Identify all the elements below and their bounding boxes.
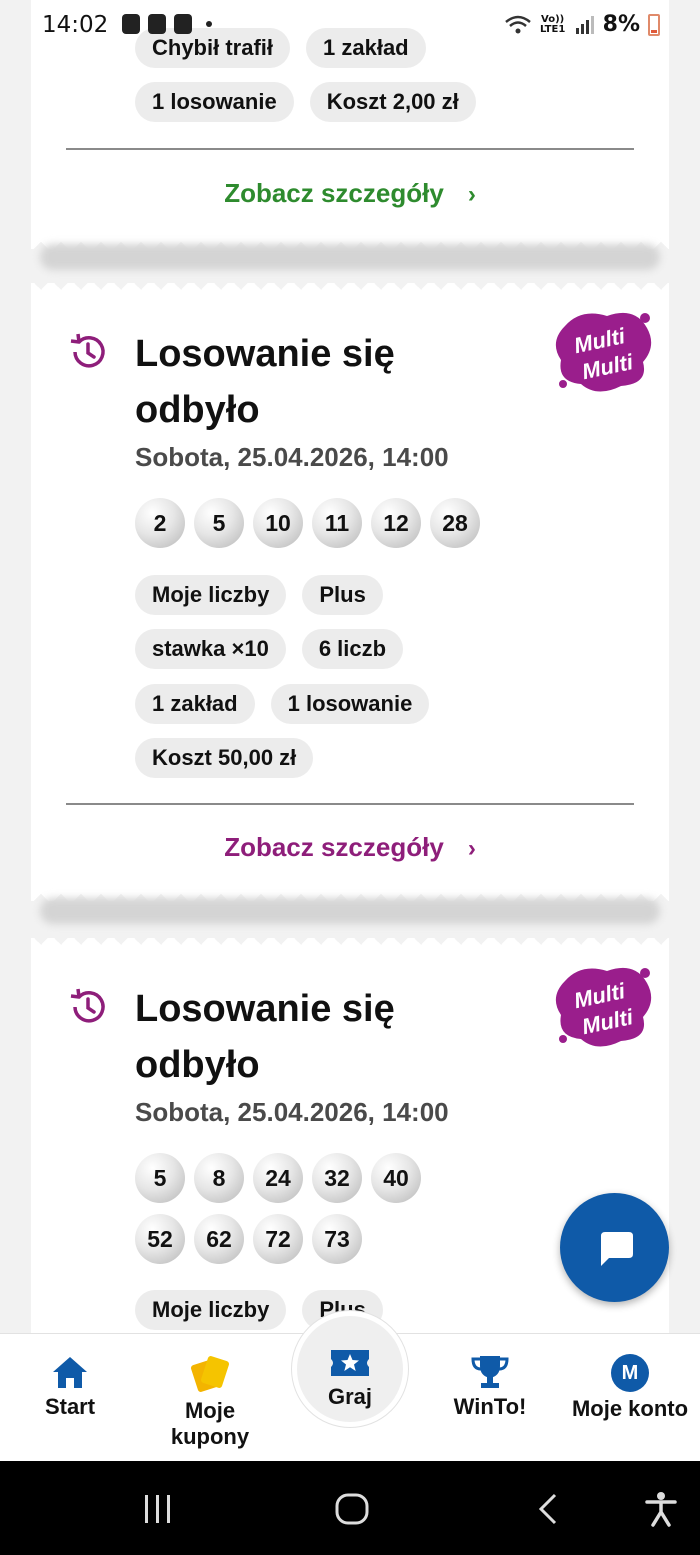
number-ball: 5 bbox=[194, 498, 244, 548]
wifi-icon bbox=[504, 15, 531, 35]
see-details-label: Zobacz szczegóły bbox=[224, 178, 444, 208]
ticket-card-multi-multi[interactable]: Losowanie się odbyło Multi Multi Sobota,… bbox=[31, 283, 669, 901]
number-ball: 10 bbox=[253, 498, 303, 548]
home-circle-icon[interactable] bbox=[334, 1492, 370, 1526]
home-icon bbox=[53, 1357, 87, 1388]
ticket-star-icon bbox=[331, 1350, 369, 1376]
pill-cost: Koszt 50,00 zł bbox=[135, 738, 314, 778]
card-shadow bbox=[40, 244, 660, 270]
status-right: Vo)) LTE1 8% bbox=[504, 12, 660, 37]
history-icon bbox=[67, 987, 107, 1027]
chevron-right-icon: › bbox=[467, 181, 476, 208]
pill-cost: Koszt 2,00 zł bbox=[309, 82, 476, 122]
network-type: Vo)) LTE1 bbox=[539, 13, 566, 35]
pill-my-numbers: Moje liczby bbox=[135, 575, 287, 615]
number-ball: 11 bbox=[312, 498, 362, 548]
multi-multi-logo: Multi Multi bbox=[551, 306, 655, 396]
nav-winto[interactable]: WinTo! bbox=[440, 1354, 540, 1420]
nav-my-coupons-label: Moje kupony bbox=[170, 1398, 250, 1449]
draw-status-title: Losowanie się odbyło bbox=[135, 333, 395, 431]
drawn-numbers: 2 5 10 11 12 28 bbox=[135, 498, 495, 548]
accessibility-icon[interactable] bbox=[644, 1491, 678, 1527]
draw-status-title: Losowanie się odbyło bbox=[135, 988, 395, 1086]
notification-icons bbox=[122, 14, 212, 34]
number-ball: 24 bbox=[253, 1153, 303, 1203]
notification-icon bbox=[122, 14, 140, 34]
nav-my-coupons[interactable]: Moje kupony bbox=[150, 1354, 270, 1450]
divider bbox=[66, 148, 634, 150]
pill-bets: 1 zakład bbox=[135, 684, 255, 724]
see-details-label: Zobacz szczegóły bbox=[224, 832, 444, 862]
chevron-right-icon: › bbox=[467, 835, 476, 862]
multi-multi-logo: Multi Multi bbox=[551, 961, 655, 1051]
pill-plus: Plus bbox=[302, 575, 383, 615]
card-shadow bbox=[40, 898, 660, 924]
number-ball: 8 bbox=[194, 1153, 244, 1203]
ticket-pills: 1 zakład 1 losowanie bbox=[135, 684, 430, 724]
recent-apps-icon[interactable] bbox=[140, 1493, 176, 1525]
bottom-navigation: Start Moje kupony Graj WinTo! M Moje kon… bbox=[0, 1310, 700, 1461]
battery-icon bbox=[648, 13, 660, 36]
pill-stake: stawka ×10 bbox=[135, 629, 286, 669]
ticket-card-multi-multi[interactable]: Losowanie się odbyło Multi Multi Sobota,… bbox=[31, 938, 669, 1351]
pill-draws: 1 losowanie bbox=[270, 684, 430, 724]
number-ball: 5 bbox=[135, 1153, 185, 1203]
chat-button[interactable] bbox=[560, 1193, 669, 1302]
nav-my-account-label: Moje konto bbox=[571, 1396, 689, 1421]
pill-numbers-count: 6 liczb bbox=[301, 629, 404, 669]
system-navigation-bar bbox=[0, 1461, 700, 1555]
number-ball: 52 bbox=[135, 1214, 185, 1264]
back-icon[interactable] bbox=[536, 1493, 560, 1525]
drawn-numbers: 5 8 24 32 40 52 62 72 73 bbox=[135, 1153, 435, 1264]
more-notifications-icon bbox=[206, 21, 212, 27]
divider bbox=[66, 803, 634, 805]
nav-my-account[interactable]: M Moje konto bbox=[562, 1354, 698, 1422]
notification-icon bbox=[174, 14, 192, 34]
number-ball: 72 bbox=[253, 1214, 303, 1264]
draw-date: Sobota, 25.04.2026, 14:00 bbox=[135, 1097, 449, 1127]
trophy-icon bbox=[471, 1356, 509, 1388]
pill-my-numbers: Moje liczby bbox=[135, 1290, 287, 1330]
number-ball: 2 bbox=[135, 498, 185, 548]
ticket-pills: 1 losowanie Koszt 2,00 zł bbox=[135, 82, 476, 122]
number-ball: 32 bbox=[312, 1153, 362, 1203]
number-ball: 40 bbox=[371, 1153, 421, 1203]
number-ball: 62 bbox=[194, 1214, 244, 1264]
ticket-pills: Moje liczby Plus bbox=[135, 575, 383, 615]
account-avatar-icon: M bbox=[611, 1354, 649, 1392]
ticket-pills: stawka ×10 6 liczb bbox=[135, 629, 404, 669]
status-bar: 14:02 Vo)) LTE1 8% bbox=[0, 0, 700, 52]
nav-start[interactable]: Start bbox=[20, 1354, 120, 1420]
see-details-link[interactable]: Zobacz szczegóły › bbox=[31, 178, 669, 209]
draw-date: Sobota, 25.04.2026, 14:00 bbox=[135, 442, 449, 472]
ticket-pills: Koszt 50,00 zł bbox=[135, 738, 314, 778]
status-time: 14:02 bbox=[42, 12, 109, 38]
coupons-icon bbox=[190, 1356, 230, 1392]
number-ball: 28 bbox=[430, 498, 480, 548]
nav-play[interactable]: Graj bbox=[300, 1346, 400, 1410]
notification-icon bbox=[148, 14, 166, 34]
history-icon bbox=[67, 332, 107, 372]
see-details-link[interactable]: Zobacz szczegóły › bbox=[31, 832, 669, 863]
nav-start-label: Start bbox=[44, 1394, 96, 1419]
battery-percent: 8% bbox=[602, 12, 640, 37]
chat-icon bbox=[600, 1231, 633, 1266]
number-ball: 73 bbox=[312, 1214, 362, 1264]
nav-winto-label: WinTo! bbox=[453, 1394, 527, 1419]
nav-play-label: Graj bbox=[327, 1384, 373, 1409]
number-ball: 12 bbox=[371, 498, 421, 548]
pill-draws: 1 losowanie bbox=[135, 82, 294, 122]
avatar-letter: M bbox=[621, 1362, 639, 1384]
signal-icon bbox=[575, 15, 595, 35]
